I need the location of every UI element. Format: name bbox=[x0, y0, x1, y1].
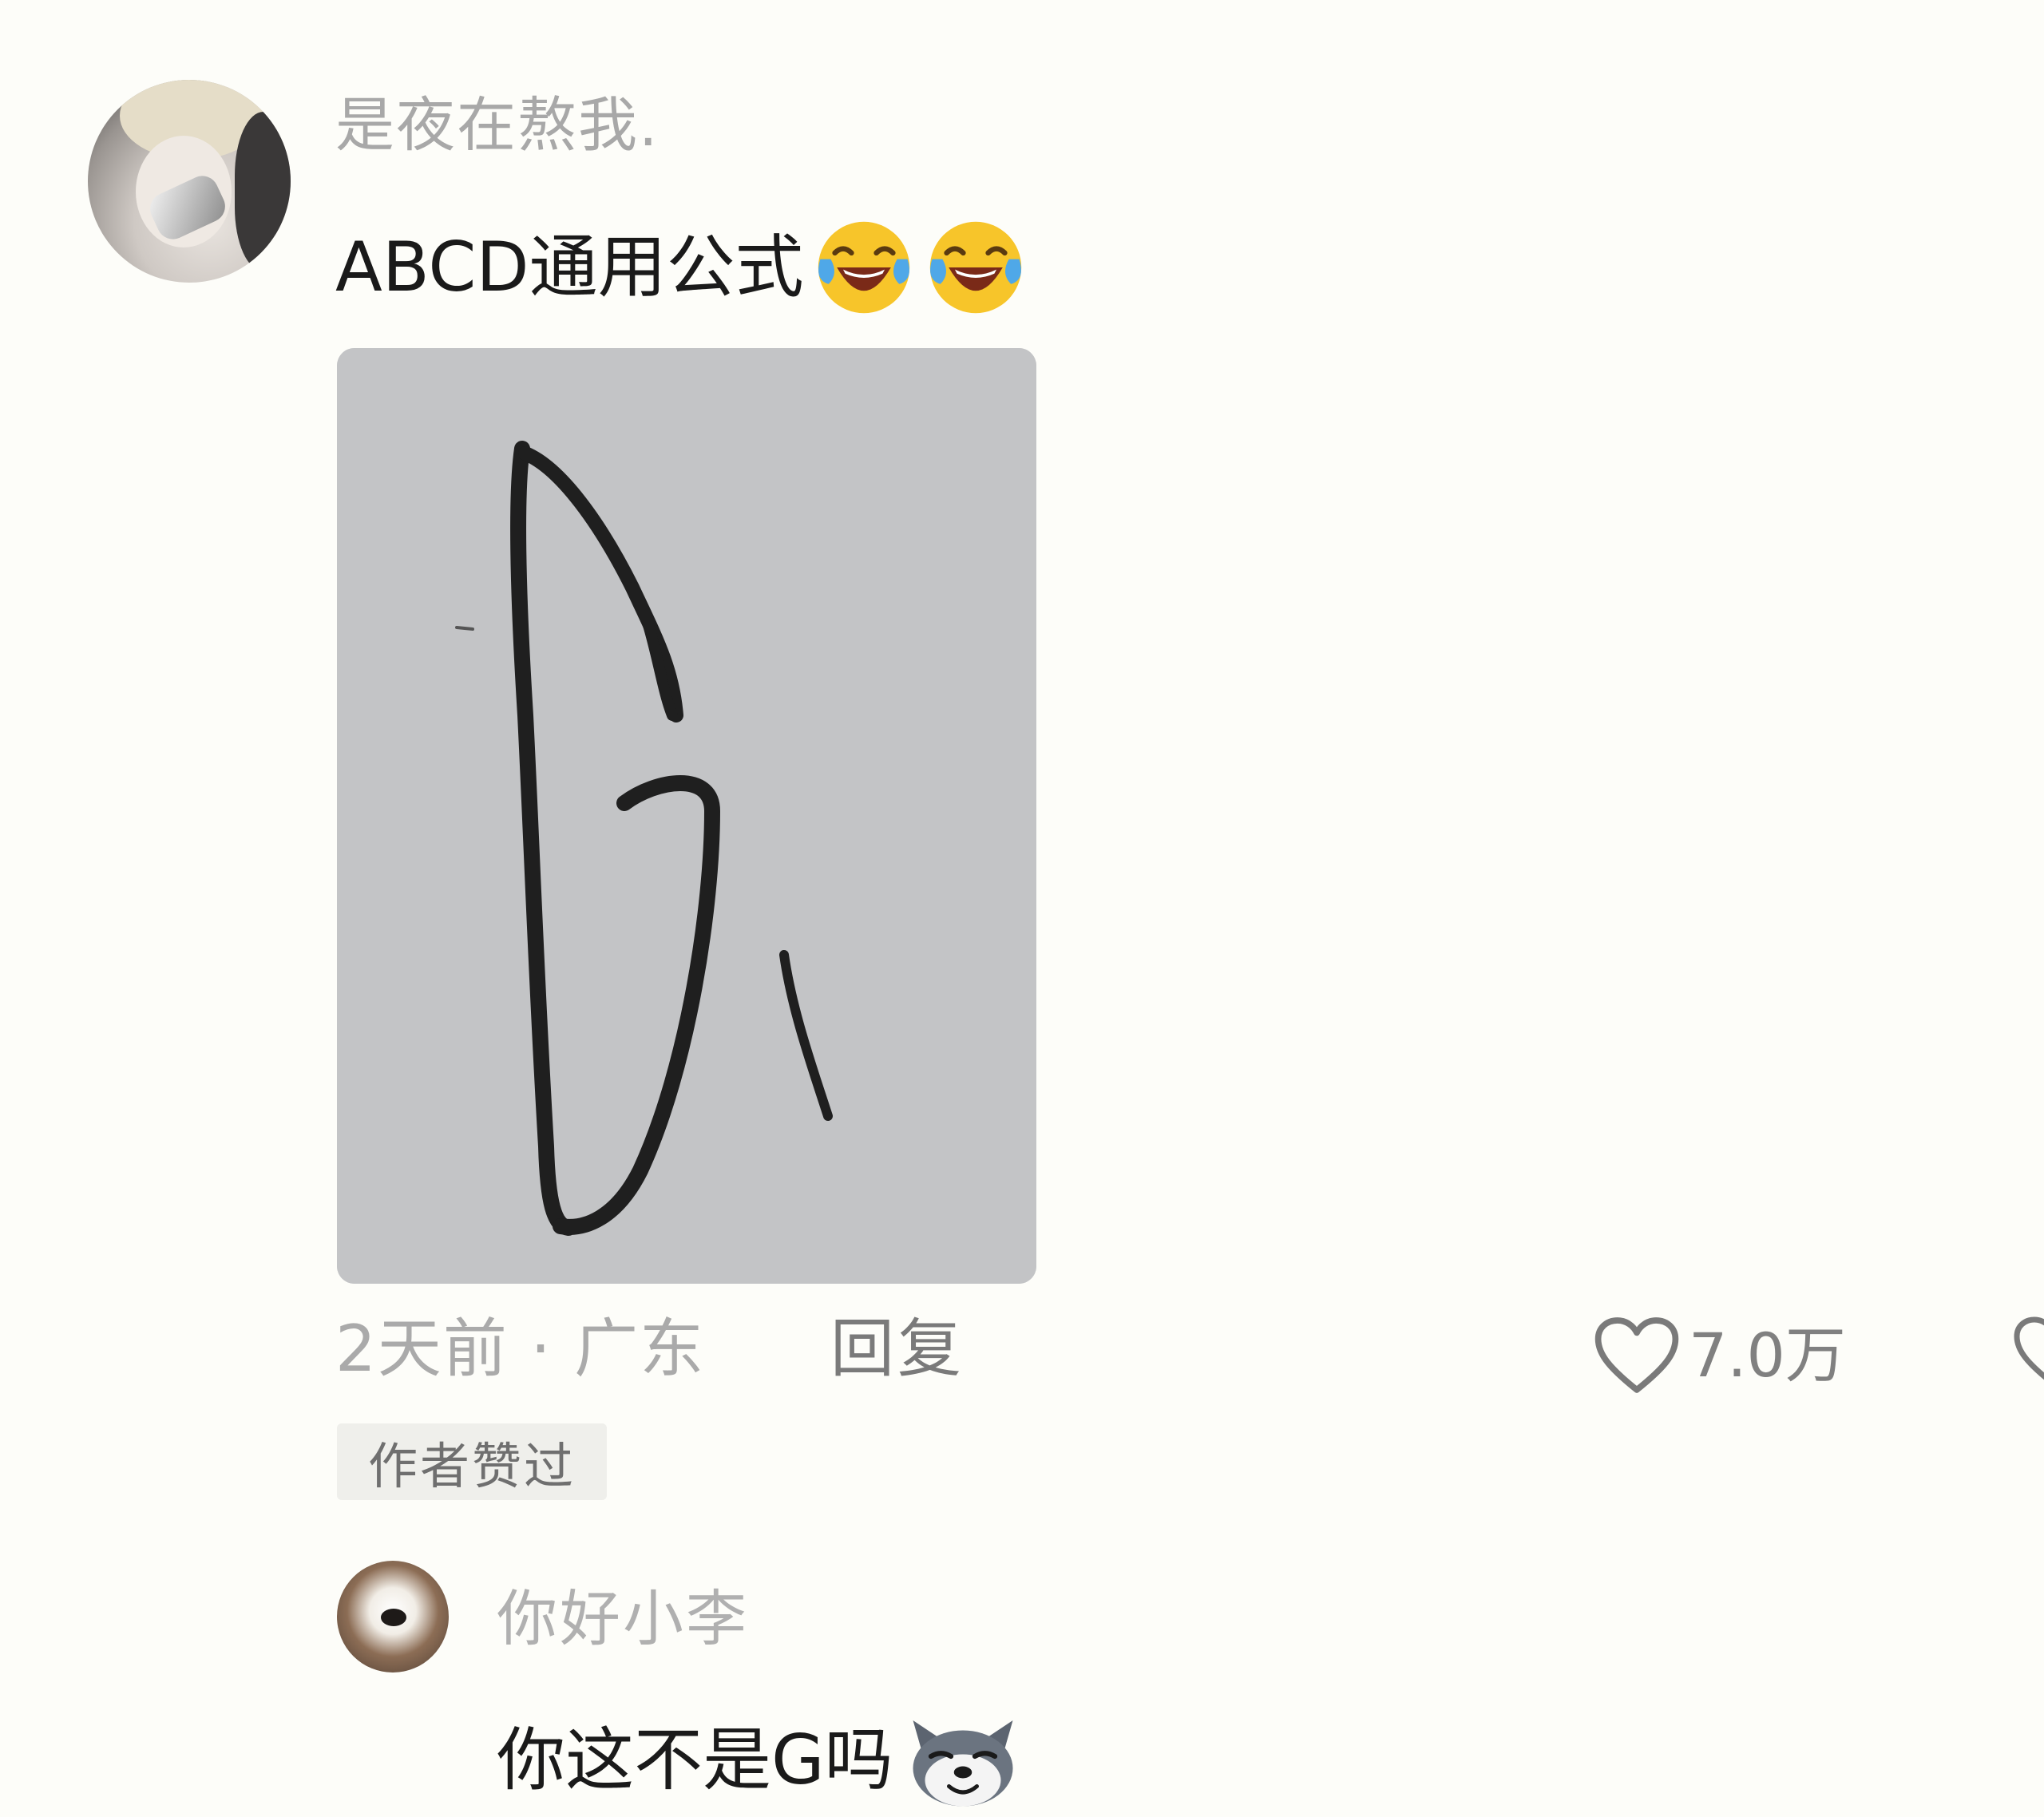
avatar-shadow bbox=[235, 112, 291, 271]
like-button[interactable]: 7.0万 bbox=[1593, 1316, 1846, 1395]
reply-text: 你这不是G吗 bbox=[497, 1708, 1023, 1812]
husky-emoji-icon bbox=[913, 1720, 1013, 1807]
comment-thread: 是夜在熬我. ABCD通用公式 2天前 · 广东 回复 7.0万 作者赞过 你好… bbox=[0, 0, 2044, 1817]
heart-icon[interactable] bbox=[1593, 1316, 1681, 1395]
laugh-cry-emoji-icon bbox=[929, 221, 1021, 314]
author-liked-badge: 作者赞过 bbox=[337, 1423, 607, 1500]
comment-text: ABCD通用公式 bbox=[335, 216, 1028, 319]
reply-text-label: 你这不是G吗 bbox=[497, 1720, 893, 1800]
avatar-dog-nose bbox=[381, 1609, 406, 1626]
comment-username[interactable]: 是夜在熬我. bbox=[335, 96, 660, 155]
reply-avatar[interactable] bbox=[337, 1561, 449, 1673]
handwritten-drawing bbox=[337, 348, 1036, 1284]
reply-username[interactable]: 你好小李 bbox=[497, 1589, 749, 1649]
like-count: 7.0万 bbox=[1689, 1320, 1846, 1391]
comment-time-location: 2天前 · 广东 bbox=[335, 1312, 706, 1386]
dislike-icon[interactable] bbox=[2012, 1316, 2044, 1395]
reply-button[interactable]: 回复 bbox=[830, 1317, 965, 1381]
comment-attached-image[interactable] bbox=[337, 348, 1036, 1284]
comment-text-label: ABCD通用公式 bbox=[335, 228, 804, 307]
avatar[interactable] bbox=[88, 80, 291, 283]
laugh-cry-emoji-icon bbox=[818, 221, 909, 314]
